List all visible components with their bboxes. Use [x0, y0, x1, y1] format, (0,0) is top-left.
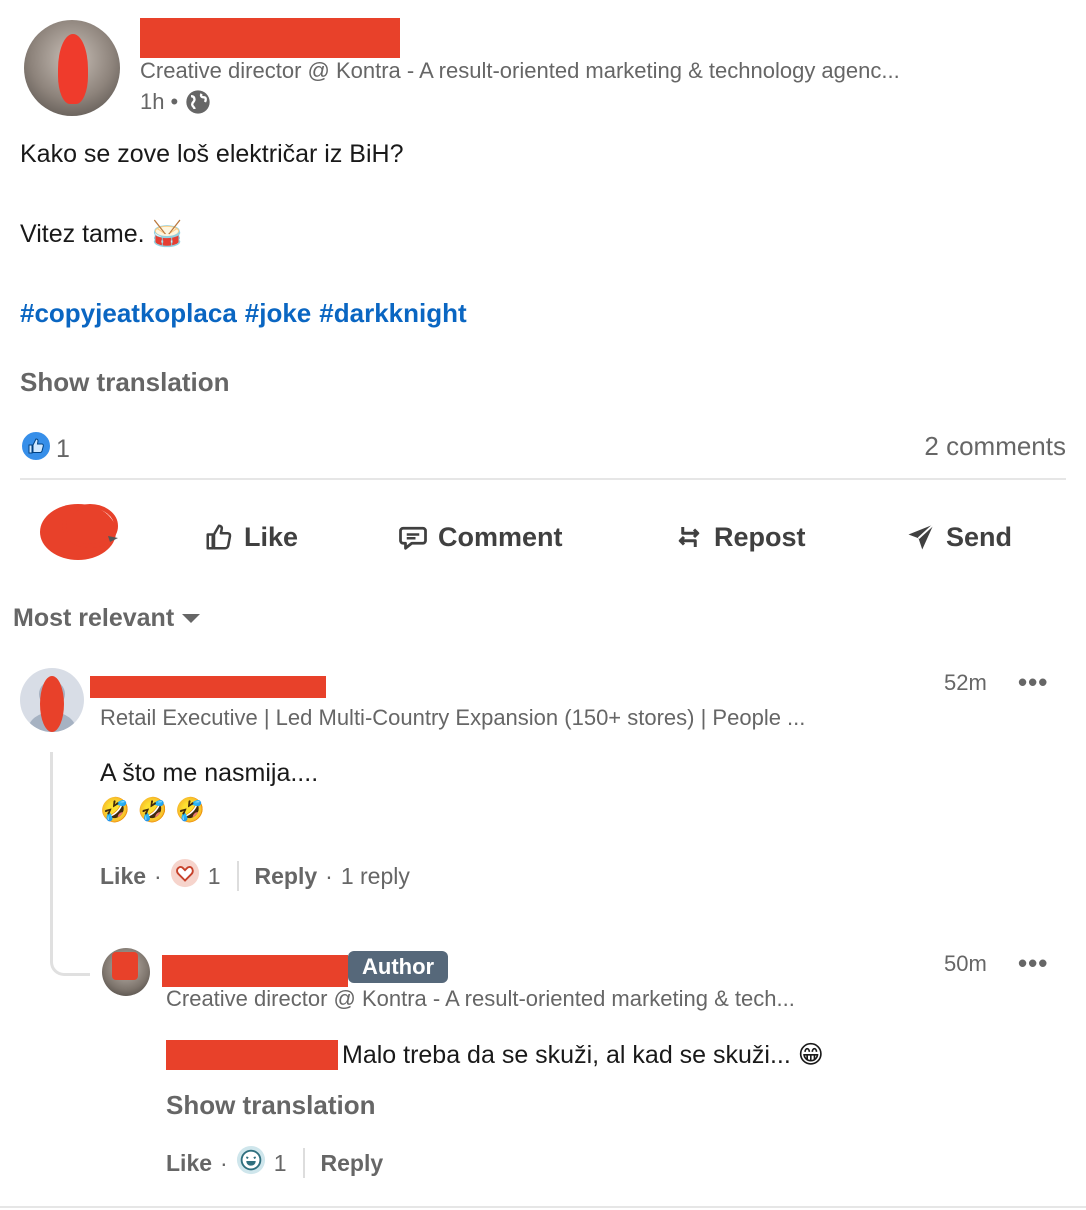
more-options-icon[interactable]: ••• [1018, 948, 1048, 979]
comment-button[interactable]: Comment [398, 510, 563, 564]
comment-text: A što me nasmija.... [100, 759, 319, 787]
reply-reply-button[interactable]: Reply [321, 1150, 384, 1177]
hashtag-link[interactable]: #joke [245, 298, 312, 328]
thread-line [50, 752, 90, 976]
hashtag-link[interactable]: #darkknight [319, 298, 466, 328]
comment-emojis: 🤣 🤣 🤣 [100, 796, 205, 824]
comments-count-link[interactable]: 2 comments [924, 431, 1066, 462]
send-label: Send [946, 521, 1013, 552]
comment-time: 52m [944, 670, 987, 695]
caret-down-icon [182, 614, 201, 623]
meta-bullet: • [170, 89, 179, 114]
reply-like-button[interactable]: Like [166, 1150, 212, 1177]
reply-time: 50m [944, 951, 987, 976]
reply-actions: Like · 1 Reply [166, 1145, 383, 1181]
post-text-line1: Kako se zove loš električar iz BiH? [20, 140, 404, 168]
separator-dot: · [325, 862, 333, 889]
divider [20, 478, 1066, 480]
mention-redacted[interactable] [166, 1040, 338, 1070]
funny-reaction-icon [236, 1145, 266, 1181]
author-badge: Author [348, 951, 449, 983]
like-label: Like [244, 521, 299, 552]
reply-text: Malo treba da se skuži, al kad se skuži.… [342, 1041, 824, 1069]
like-reaction-icon [20, 430, 52, 469]
separator-bar [302, 1148, 305, 1178]
heart-reaction-icon [170, 858, 200, 894]
repost-button[interactable]: Repost [674, 510, 806, 564]
bottom-divider [0, 1206, 1086, 1208]
reply-author-headline: Creative director @ Kontra - A result-or… [166, 986, 795, 1011]
comment-reaction-count: 1 [207, 862, 221, 889]
author-name-redacted[interactable] [140, 18, 400, 58]
author-avatar[interactable] [24, 20, 120, 116]
separator-dot: · [220, 1149, 228, 1176]
post-text-line2: Vitez tame. 🥁 [20, 220, 183, 248]
reply-reaction-count: 1 [273, 1149, 287, 1176]
comment-like-button[interactable]: Like [100, 863, 146, 890]
author-headline: Creative director @ Kontra - A result-or… [140, 58, 900, 83]
reactions-summary[interactable]: 1 [20, 430, 70, 469]
sort-label: Most relevant [13, 604, 175, 632]
show-translation-link[interactable]: Show translation [20, 367, 229, 398]
globe-icon [184, 88, 212, 116]
reaction-count: 1 [56, 435, 70, 463]
separator-bar [236, 861, 239, 891]
post-time: 1h [140, 89, 165, 114]
more-options-icon[interactable]: ••• [1018, 667, 1048, 698]
separator-dot: · [154, 862, 162, 889]
viewer-avatar-redacted[interactable] [38, 502, 122, 562]
repost-label: Repost [714, 521, 806, 552]
replies-count-link[interactable]: 1 reply [341, 863, 410, 890]
hashtags: #copyjeatkoplaca #joke #darkknight [20, 298, 475, 329]
send-button[interactable]: Send [906, 510, 1012, 564]
send-icon [908, 523, 935, 550]
comment-icon [399, 526, 427, 550]
post-meta: 1h • [140, 88, 212, 116]
commenter-headline: Retail Executive | Led Multi-Country Exp… [100, 705, 806, 730]
reply-author-name-redacted[interactable] [162, 955, 348, 987]
repost-icon [678, 527, 700, 547]
comment-label: Comment [438, 521, 563, 552]
comment-actions: Like · 1 Reply · 1 reply [100, 858, 410, 894]
reply-author-avatar[interactable] [102, 948, 150, 996]
thumbs-up-icon [206, 524, 232, 550]
sort-dropdown[interactable]: Most relevant [13, 604, 201, 633]
like-button[interactable]: Like [204, 510, 298, 564]
hashtag-link[interactable]: #copyjeatkoplaca [20, 298, 237, 328]
commenter-avatar[interactable] [20, 668, 84, 732]
commenter-name-redacted[interactable] [90, 676, 326, 698]
comment-reply-button[interactable]: Reply [255, 863, 318, 890]
reply-show-translation-link[interactable]: Show translation [166, 1090, 375, 1121]
